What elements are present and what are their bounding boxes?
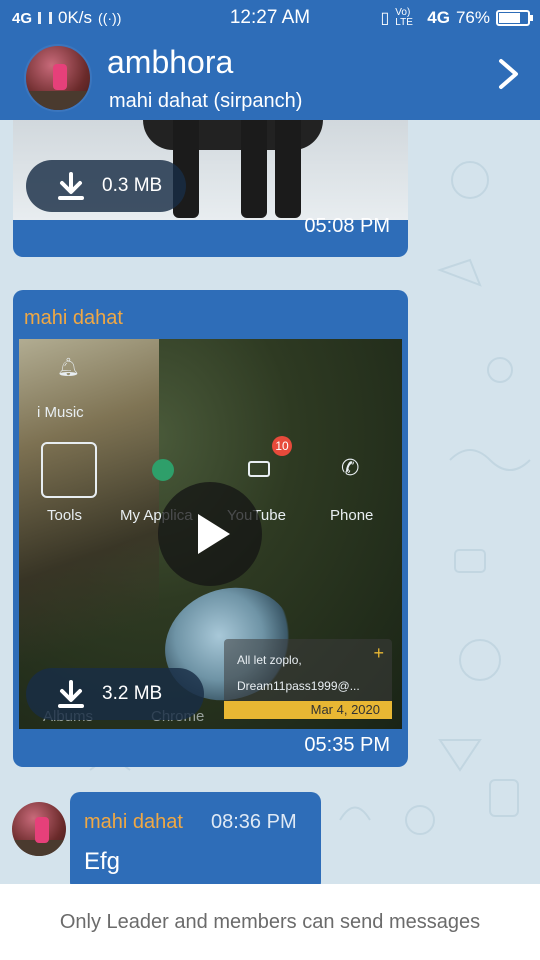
message-time: 08:36 PM <box>211 811 297 833</box>
avatar-ground <box>26 90 90 110</box>
status-bar: 4G 0K/s ((·)) 12:27 AM ▯ Vo) LTE 4G 76% <box>0 0 540 36</box>
thumb-label-phone: Phone <box>330 507 374 524</box>
thumb-notif-line2: Dream11pass1999@... <box>237 679 360 693</box>
sender-name[interactable]: mahi dahat <box>84 811 183 834</box>
thumb-notif-plus: + <box>373 643 384 663</box>
message-time: 05:35 PM <box>304 734 390 756</box>
message-bubble-image[interactable]: 0.3 MB 05:08 PM <box>13 120 408 257</box>
thumbnail-shape <box>241 120 267 218</box>
group-subtitle: mahi dahat (sirpanch) <box>109 90 303 112</box>
sender-avatar[interactable] <box>12 802 66 856</box>
download-size: 3.2 MB <box>102 683 163 704</box>
tools-app-icon <box>41 442 97 498</box>
thumb-label-music: i Music <box>37 404 84 421</box>
message-time: 05:08 PM <box>304 215 390 237</box>
chat-area[interactable]: 0.3 MB 05:08 PM mahi dahat 🔔︎ i Music To… <box>0 120 540 884</box>
bell-icon: 🔔︎ <box>57 357 80 377</box>
network-type-right: 4G <box>427 8 450 27</box>
battery-percent: 76% <box>455 8 490 27</box>
chevron-right-icon[interactable] <box>496 58 522 90</box>
message-bubble-video[interactable]: mahi dahat 🔔︎ i Music Tools My Applica 1… <box>13 290 408 767</box>
restriction-note: Only Leader and members can send message… <box>59 911 481 933</box>
youtube-app-icon <box>248 461 270 477</box>
thumb-notif-date: Mar 4, 2020 <box>224 701 392 719</box>
phone-icon: ✆ <box>341 455 360 480</box>
download-button[interactable]: 0.3 MB <box>26 160 186 212</box>
group-title: ambhora <box>107 44 234 80</box>
group-avatar[interactable] <box>24 44 92 112</box>
download-icon <box>58 680 84 708</box>
avatar-figure <box>52 63 67 90</box>
message-text: Efg <box>84 848 121 875</box>
notification-badge: 10 <box>272 436 292 456</box>
play-icon <box>198 514 230 554</box>
battery-icon <box>496 10 533 26</box>
download-size: 0.3 MB <box>102 175 163 196</box>
thumbnail-shape <box>275 120 301 218</box>
vibrate-icon: ▯ <box>380 10 390 27</box>
download-button[interactable]: 3.2 MB <box>26 668 204 720</box>
thumb-notif-line1: All let zoplo, <box>237 653 302 667</box>
android-app-icon <box>152 459 174 481</box>
download-icon <box>58 172 84 200</box>
play-button[interactable] <box>158 482 262 586</box>
sender-name[interactable]: mahi dahat <box>24 307 123 330</box>
avatar-figure <box>34 817 49 844</box>
battery-fill <box>499 13 520 23</box>
message-bubble-text[interactable]: mahi dahat 08:36 PM Efg <box>70 792 321 884</box>
thumb-notification-card: All let zoplo, Dream11pass1999@... + Mar… <box>224 639 392 719</box>
composer-restricted-bar: Only Leader and members can send message… <box>0 884 540 960</box>
chat-header[interactable]: ambhora mahi dahat (sirpanch) <box>0 36 540 120</box>
volte-label: Vo) LTE <box>395 7 413 28</box>
thumb-label-tools: Tools <box>47 507 83 524</box>
